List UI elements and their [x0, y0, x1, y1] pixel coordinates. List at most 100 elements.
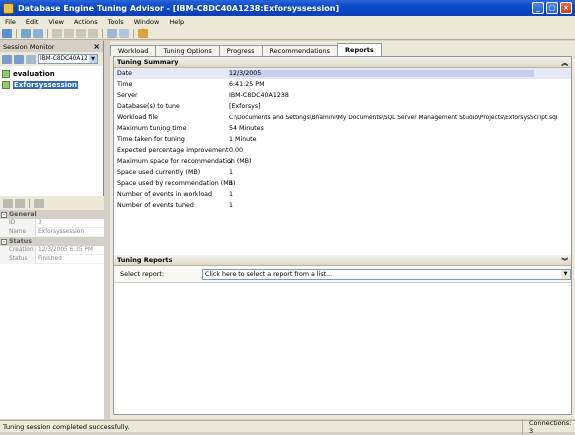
connect-icon[interactable] [2, 54, 12, 64]
summary-label: Workload file [117, 114, 158, 121]
select-report-row: Select report: Click here to select a re… [114, 266, 571, 283]
summary-label: Expected percentage improvement [117, 147, 229, 154]
tab-tuning-options[interactable]: Tuning Options [155, 45, 220, 56]
new-session-icon[interactable] [2, 28, 12, 38]
tuning-reports-header[interactable]: Tuning Reports ︾ [114, 255, 571, 266]
close-button[interactable]: × [560, 2, 572, 14]
summary-row[interactable]: Database(s) to tune [Exforsys] [114, 101, 571, 112]
summary-label: Maximum tuning time [117, 125, 187, 132]
toolbar-separator [102, 28, 103, 38]
summary-row[interactable]: Maximum space for recommendation (MB) 2 [114, 156, 571, 167]
menu-help[interactable]: Help [164, 18, 189, 26]
session-icon [2, 69, 10, 78]
collapse-icon[interactable]: - [1, 211, 7, 218]
session-label: Exforsyssession [13, 80, 78, 89]
summary-row[interactable]: Date 12/3/2005 [114, 68, 571, 79]
tab-recommendations[interactable]: Recommendations [261, 45, 339, 56]
report-select-value: Click here to select a report from a lis… [205, 270, 333, 278]
tuning-summary-title: Tuning Summary [117, 58, 179, 66]
collapse-chevron-icon[interactable]: ︽ [562, 57, 569, 67]
summary-row[interactable]: Time 6:41:25 PM [114, 79, 571, 90]
tab-reports[interactable]: Reports [337, 43, 382, 56]
summary-label: Number of events in workload [117, 191, 213, 198]
menu-actions[interactable]: Actions [69, 18, 103, 26]
summary-value: 54 Minutes [229, 125, 264, 132]
minimize-button[interactable]: _ [532, 2, 544, 14]
summary-value: 1 Minute [229, 136, 257, 143]
refresh-icon[interactable] [26, 54, 36, 64]
summary-row[interactable]: Expected percentage improvement 0.00 [114, 145, 571, 156]
status-message: Tuning session completed successfully. [3, 422, 130, 431]
stop-analysis-icon[interactable] [64, 28, 74, 38]
summary-value: 1 [229, 180, 234, 187]
main-area: Workload Tuning Options Progress Recomme… [110, 41, 575, 419]
property-row[interactable]: Status Finished [0, 254, 104, 264]
summary-row[interactable]: Space used currently (MB) 1 [114, 167, 571, 178]
menu-view[interactable]: View [43, 18, 68, 26]
close-icon[interactable]: × [93, 42, 100, 51]
options-icon[interactable] [138, 28, 148, 38]
summary-row[interactable]: Workload file C:\Documents and Settings\B… [114, 112, 571, 123]
session-tree: evaluation Exforsyssession [0, 66, 103, 92]
disconnect-icon[interactable] [14, 54, 24, 64]
summary-row[interactable]: Time taken for tuning 1 Minute [114, 134, 571, 145]
summary-row[interactable]: Space used by recommendation (MB) 1 [114, 178, 571, 189]
tab-progress[interactable]: Progress [218, 45, 263, 56]
title-bar: Database Engine Tuning Advisor - [IBM-C8… [0, 0, 575, 16]
summary-value: [Exforsys] [229, 103, 261, 110]
print-icon[interactable] [119, 28, 129, 38]
alphabetical-icon[interactable] [15, 198, 25, 208]
session-monitor-toolbar: IBM-C8DC40A12 ▼ [0, 52, 103, 66]
category-label: Status [9, 238, 33, 245]
chevron-down-icon[interactable]: ▼ [561, 269, 570, 279]
properties-panel: - General ID 3 Name Exforsyssession - St… [0, 196, 104, 419]
session-item-evaluation[interactable]: evaluation [2, 68, 101, 79]
property-name: Status [0, 254, 36, 264]
property-row[interactable]: Name Exforsyssession [0, 227, 104, 237]
toolbar-separator [29, 198, 30, 208]
menu-edit[interactable]: Edit [21, 18, 44, 26]
clone-session-icon[interactable] [33, 28, 43, 38]
collapse-icon[interactable]: - [1, 238, 7, 245]
summary-label: Space used by recommendation (MB) [117, 180, 236, 187]
summary-label: Number of events tuned [117, 202, 194, 209]
menu-window[interactable]: Window [129, 18, 165, 26]
property-value: Exforsyssession [38, 228, 84, 235]
session-monitor-header: Session Monitor × [0, 41, 103, 52]
report-select[interactable]: Click here to select a report from a lis… [202, 268, 571, 280]
property-pages-icon[interactable] [34, 198, 44, 208]
menu-tools[interactable]: Tools [103, 18, 129, 26]
session-item-exforsyssession[interactable]: Exforsyssession [2, 79, 101, 90]
chevron-down-icon[interactable]: ▼ [89, 55, 97, 63]
summary-row[interactable]: Server IBM-C8DC40A1238 [114, 90, 571, 101]
pause-icon[interactable] [76, 28, 86, 38]
tuning-summary-header[interactable]: Tuning Summary ︽ [114, 57, 571, 68]
menu-file[interactable]: File [0, 18, 21, 26]
reports-content: Tuning Summary ︽ Date 12/3/2005 Time 6:41:… [113, 56, 572, 415]
summary-row[interactable]: Number of events tuned 1 [114, 200, 571, 211]
summary-row[interactable]: Maximum tuning time 54 Minutes [114, 123, 571, 134]
select-report-label: Select report: [120, 270, 165, 278]
connections-count: Connections: 3 [522, 418, 572, 435]
session-label: evaluation [13, 69, 55, 78]
open-file-icon[interactable] [21, 28, 31, 38]
refresh-icon[interactable] [88, 28, 98, 38]
property-name: Name [0, 227, 36, 237]
summary-value: 1 [229, 169, 234, 176]
category-label: General [9, 211, 37, 218]
expand-chevron-icon[interactable]: ︾ [562, 255, 569, 265]
start-analysis-icon[interactable] [52, 28, 62, 38]
categorized-icon[interactable] [3, 198, 13, 208]
maximize-button[interactable]: □ [546, 2, 558, 14]
server-select[interactable]: IBM-C8DC40A12 ▼ [38, 54, 98, 64]
summary-label: Server [117, 92, 138, 99]
status-bar: Tuning session completed successfully. C… [0, 418, 575, 435]
tab-workload[interactable]: Workload [110, 45, 157, 56]
save-icon[interactable] [107, 28, 117, 38]
session-monitor-title: Session Monitor [3, 42, 55, 51]
property-value: 12/3/2005 6:35 PM [38, 246, 93, 253]
summary-value: 1 [229, 202, 234, 209]
summary-row[interactable]: Number of events in workload 1 [114, 189, 571, 200]
property-value: Finished [38, 255, 62, 262]
summary-label: Database(s) to tune [117, 103, 180, 110]
